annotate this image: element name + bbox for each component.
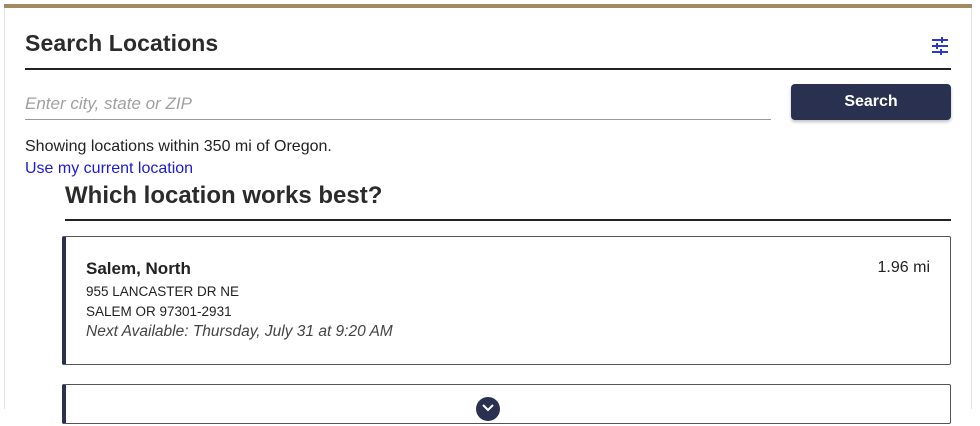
title-divider (25, 68, 951, 70)
use-current-location-link[interactable]: Use my current location (25, 160, 193, 178)
location-address-line2: SALEM OR 97301-2931 (86, 304, 232, 319)
location-distance: 1.96 mi (877, 259, 930, 276)
location-next-available: Next Available: Thursday, July 31 at 9:2… (86, 323, 393, 340)
location-card[interactable]: Salem, North 1.96 mi 955 LANCASTER DR NE… (62, 236, 951, 365)
page-title: Search Locations (25, 30, 219, 56)
chevron-down-icon (482, 404, 494, 412)
search-radius-status: Showing locations within 350 mi of Orego… (25, 138, 332, 155)
scroll-more-button[interactable] (476, 397, 500, 421)
results-divider (65, 219, 951, 221)
search-button[interactable]: Search (791, 84, 951, 120)
results-heading: Which location works best? (65, 182, 383, 209)
sliders-icon (932, 37, 948, 55)
filter-button[interactable] (930, 36, 950, 56)
location-address-line1: 955 LANCASTER DR NE (86, 284, 240, 299)
search-input[interactable] (25, 88, 771, 120)
top-accent-bar (4, 4, 972, 8)
location-card[interactable] (62, 384, 951, 424)
location-name: Salem, North (86, 259, 191, 278)
